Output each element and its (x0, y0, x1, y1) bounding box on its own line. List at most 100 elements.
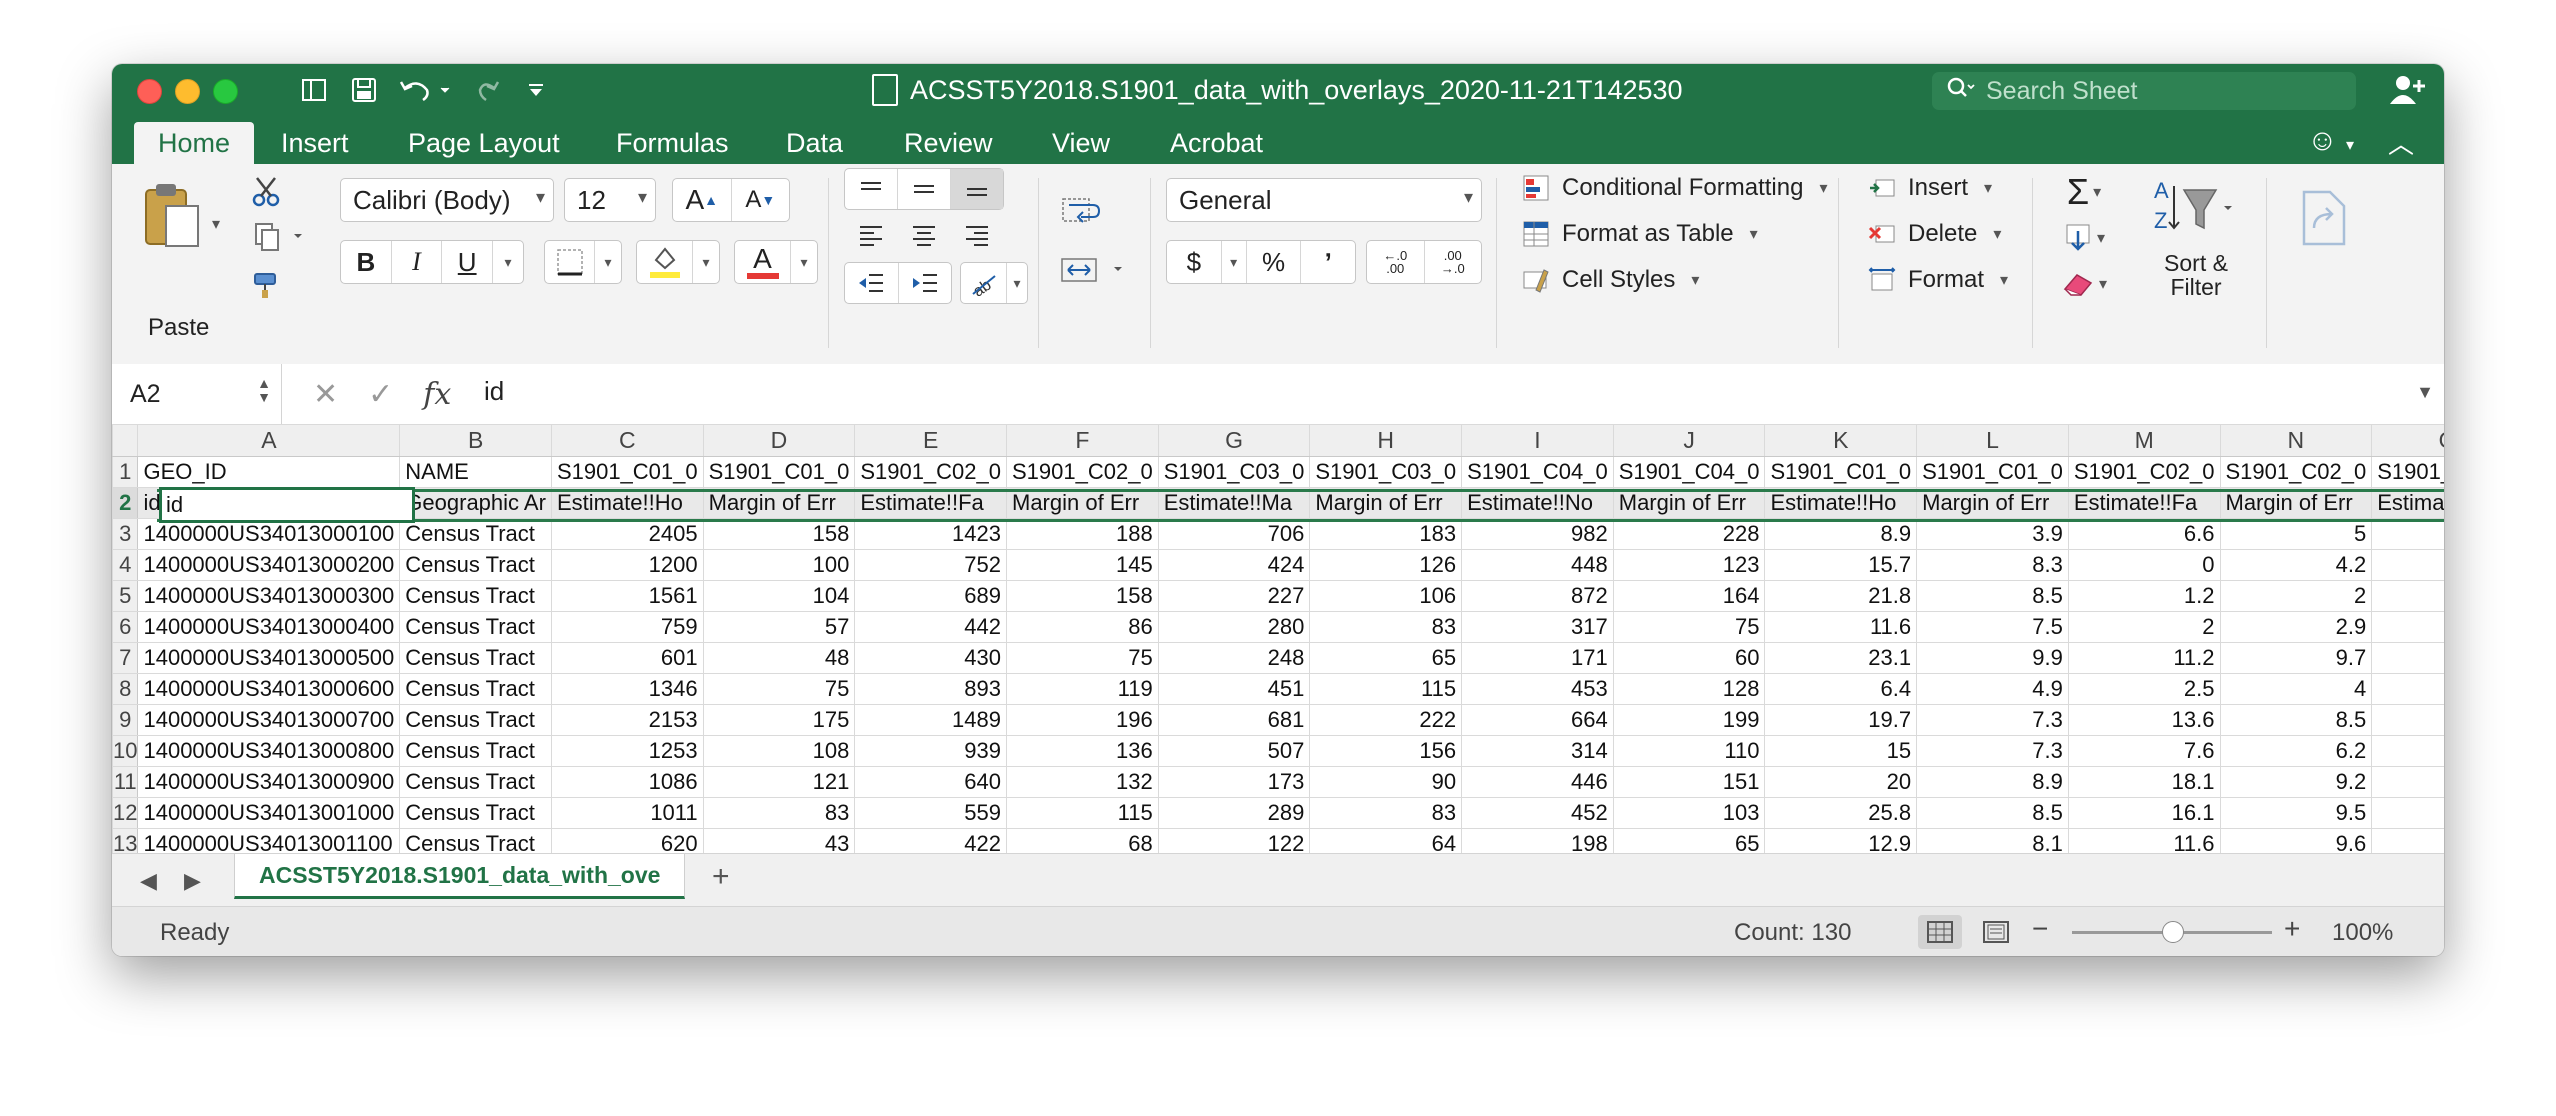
cell[interactable]: Estimate!!No (1461, 487, 1614, 519)
tab-view[interactable]: View (1028, 122, 1134, 164)
cell[interactable]: 0 (2067, 549, 2221, 581)
cell[interactable]: 15 (1764, 735, 1918, 767)
cell[interactable]: 0 (2371, 642, 2444, 674)
cell[interactable]: 8.3 (1916, 549, 2069, 581)
column-header[interactable]: K (1764, 424, 1918, 457)
cell[interactable]: 151 (1612, 766, 1766, 798)
percent-style-button[interactable]: % (1247, 241, 1302, 283)
borders-button[interactable]: ▾ (544, 240, 622, 284)
row-header[interactable]: 2 (112, 487, 139, 519)
cell[interactable]: 689 (854, 580, 1007, 612)
cell[interactable]: Margin of Err (1309, 487, 1463, 519)
cell[interactable]: 222 (1309, 704, 1463, 736)
cell[interactable]: Census Tract (399, 797, 552, 829)
autosum-button[interactable]: Σ ▾ (2048, 171, 2120, 212)
cell[interactable]: 110 (1612, 735, 1766, 767)
increase-font-size-button[interactable]: A ▲ (673, 179, 732, 221)
select-all-corner[interactable] (112, 424, 139, 457)
align-right-icon[interactable] (951, 214, 1004, 256)
cell[interactable]: 1400000US34013000700 (137, 704, 401, 736)
cell[interactable]: 158 (1006, 580, 1159, 612)
cell[interactable]: 6.4 (1764, 673, 1918, 705)
cell[interactable]: 75 (1612, 611, 1766, 643)
cell[interactable]: S1901_C03_0 (1157, 456, 1311, 488)
cell[interactable]: 158 (702, 518, 856, 550)
cell[interactable]: Census Tract (399, 518, 552, 550)
format-cells-button[interactable]: Format ▾ (1868, 266, 2008, 294)
cell[interactable]: 1400000US34013000100 (137, 518, 401, 550)
zoom-slider-thumb[interactable] (2162, 921, 2184, 943)
cell[interactable]: 280 (1157, 611, 1311, 643)
row-header[interactable]: 6 (112, 611, 139, 643)
row-header[interactable]: 5 (112, 580, 139, 612)
cell[interactable]: 12.5 (2371, 797, 2444, 829)
row-header[interactable]: 9 (112, 704, 139, 736)
clear-button[interactable]: ▾ (2048, 264, 2120, 304)
cell[interactable]: Estimate!!Ho (550, 487, 704, 519)
orientation-button[interactable]: ab ▾ (960, 262, 1028, 304)
cell[interactable]: S1901_C02_0 (1006, 456, 1159, 488)
confirm-entry-icon[interactable]: ✓ (368, 377, 393, 412)
cell[interactable]: 1400000US34013000400 (137, 611, 401, 643)
column-header[interactable]: F (1006, 424, 1159, 457)
cell[interactable]: 11.2 (2067, 642, 2221, 674)
normal-view-button[interactable] (1918, 915, 1962, 949)
cell[interactable]: 0 (2371, 580, 2444, 612)
wrap-text-icon[interactable] (1056, 188, 1106, 232)
align-top-icon[interactable] (845, 169, 898, 209)
font-size-dropdown[interactable]: 12 ▾ (564, 178, 656, 222)
cell[interactable]: 8.5 (2219, 704, 2373, 736)
cell[interactable]: S1901_C02_0 (2219, 456, 2373, 488)
fill-button[interactable]: ▾ (2048, 218, 2120, 258)
insert-function-icon[interactable]: fx (423, 377, 451, 412)
cell[interactable]: S1901_C01_0 (550, 456, 704, 488)
cell[interactable]: 188 (1006, 518, 1159, 550)
tab-insert[interactable]: Insert (257, 122, 373, 164)
cell[interactable]: 442 (854, 611, 1007, 643)
align-middle-icon[interactable] (898, 169, 951, 209)
cell[interactable]: 19.7 (1764, 704, 1918, 736)
cell[interactable]: 16.1 (2067, 797, 2221, 829)
cell[interactable]: 451 (1157, 673, 1311, 705)
italic-button[interactable]: I (392, 241, 443, 283)
previous-sheet-icon[interactable]: ◀ (140, 868, 157, 894)
column-header[interactable]: G (1157, 424, 1311, 457)
column-header[interactable]: N (2219, 424, 2373, 457)
cell[interactable]: 75 (1006, 642, 1159, 674)
undo-icon[interactable] (394, 72, 456, 108)
cell[interactable]: Census Tract (399, 580, 552, 612)
cell[interactable]: 115 (1309, 673, 1463, 705)
merge-center-icon[interactable] (1056, 248, 1136, 292)
cell[interactable]: 289 (1157, 797, 1311, 829)
next-sheet-icon[interactable]: ▶ (184, 868, 201, 894)
column-header[interactable]: A (137, 424, 401, 457)
cell[interactable]: 1.2 (2067, 580, 2221, 612)
format-painter-icon[interactable] (244, 264, 288, 306)
cell[interactable]: 25.8 (1764, 797, 1918, 829)
cell[interactable]: 314 (1461, 735, 1614, 767)
cell[interactable]: Margin of Err (1612, 487, 1766, 519)
cell[interactable]: 13.6 (2067, 704, 2221, 736)
cell[interactable]: 11.6 (1764, 611, 1918, 643)
cell[interactable]: 3.9 (1916, 518, 2069, 550)
cell[interactable]: 136 (1006, 735, 1159, 767)
cell[interactable]: 1400000US34013000300 (137, 580, 401, 612)
conditional-formatting-button[interactable]: Conditional Formatting ▾ (1522, 174, 1827, 202)
column-header[interactable]: I (1461, 424, 1614, 457)
delete-cells-button[interactable]: Delete ▾ (1868, 220, 2001, 248)
cell[interactable]: 2 (2219, 580, 2373, 612)
cell[interactable]: 9.9 (1916, 642, 2069, 674)
column-header[interactable]: B (399, 424, 552, 457)
cell[interactable]: 1086 (550, 766, 704, 798)
cell[interactable]: 75 (702, 673, 856, 705)
column-header[interactable]: M (2067, 424, 2221, 457)
spreadsheet-grid[interactable]: ABCDEFGHIJKLMNOPQ1GEO_IDNAMES1901_C01_0S… (112, 424, 2444, 920)
cell[interactable]: 183 (1309, 518, 1463, 550)
cell[interactable]: 982 (1461, 518, 1614, 550)
cell[interactable]: Census Tract (399, 549, 552, 581)
cell[interactable]: 173 (1157, 766, 1311, 798)
cell[interactable]: 132 (1006, 766, 1159, 798)
tab-acrobat[interactable]: Acrobat (1146, 122, 1287, 164)
cell[interactable]: Estimate!!Ho (1764, 487, 1918, 519)
cell[interactable]: 18.1 (2067, 766, 2221, 798)
